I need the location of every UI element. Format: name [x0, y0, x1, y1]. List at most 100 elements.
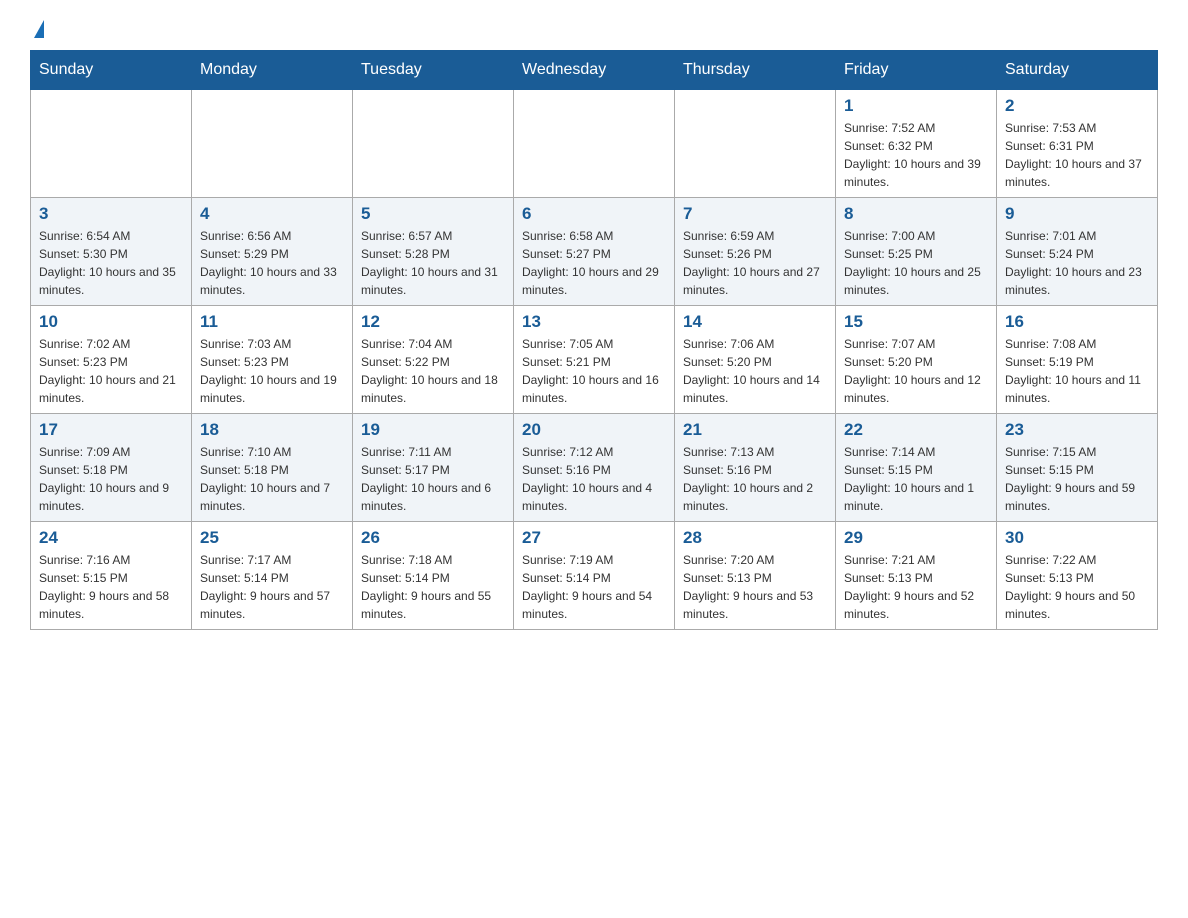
day-number: 3	[39, 204, 183, 224]
table-row	[675, 90, 836, 198]
table-row: 27 Sunrise: 7:19 AM Sunset: 5:14 PM Dayli…	[514, 522, 675, 630]
calendar-header-row: Sunday Monday Tuesday Wednesday Thursday…	[31, 51, 1158, 90]
table-row: 19 Sunrise: 7:11 AM Sunset: 5:17 PM Dayli…	[353, 414, 514, 522]
table-row: 14 Sunrise: 7:06 AM Sunset: 5:20 PM Dayli…	[675, 306, 836, 414]
day-number: 13	[522, 312, 666, 332]
day-info: Sunrise: 7:22 AM Sunset: 5:13 PM Dayligh…	[1005, 551, 1149, 623]
day-info: Sunrise: 7:12 AM Sunset: 5:16 PM Dayligh…	[522, 443, 666, 515]
day-number: 28	[683, 528, 827, 548]
col-thursday: Thursday	[675, 51, 836, 90]
day-number: 1	[844, 96, 988, 116]
table-row: 10Sunrise: 7:02 AM Sunset: 5:23 PM Dayli…	[31, 306, 192, 414]
day-number: 16	[1005, 312, 1149, 332]
table-row: 28 Sunrise: 7:20 AM Sunset: 5:13 PM Dayli…	[675, 522, 836, 630]
day-info: Sunrise: 7:16 AM Sunset: 5:15 PM Dayligh…	[39, 551, 183, 623]
logo	[30, 20, 44, 40]
day-info: Sunrise: 6:57 AM Sunset: 5:28 PM Dayligh…	[361, 227, 505, 299]
table-row: 12 Sunrise: 7:04 AM Sunset: 5:22 PM Dayli…	[353, 306, 514, 414]
day-info: Sunrise: 7:04 AM Sunset: 5:22 PM Dayligh…	[361, 335, 505, 407]
page-header	[30, 20, 1158, 40]
day-info: Sunrise: 7:09 AM Sunset: 5:18 PM Dayligh…	[39, 443, 183, 515]
day-number: 21	[683, 420, 827, 440]
table-row: 20 Sunrise: 7:12 AM Sunset: 5:16 PM Dayli…	[514, 414, 675, 522]
day-number: 12	[361, 312, 505, 332]
day-number: 9	[1005, 204, 1149, 224]
table-row: 16 Sunrise: 7:08 AM Sunset: 5:19 PM Dayli…	[997, 306, 1158, 414]
table-row: 15 Sunrise: 7:07 AM Sunset: 5:20 PM Dayli…	[836, 306, 997, 414]
col-friday: Friday	[836, 51, 997, 90]
table-row: 3 Sunrise: 6:54 AM Sunset: 5:30 PM Daylig…	[31, 198, 192, 306]
table-row: 24Sunrise: 7:16 AM Sunset: 5:15 PM Dayli…	[31, 522, 192, 630]
day-number: 19	[361, 420, 505, 440]
table-row: 29 Sunrise: 7:21 AM Sunset: 5:13 PM Dayli…	[836, 522, 997, 630]
table-row: 22 Sunrise: 7:14 AM Sunset: 5:15 PM Dayli…	[836, 414, 997, 522]
table-row: 26 Sunrise: 7:18 AM Sunset: 5:14 PM Dayli…	[353, 522, 514, 630]
day-info: Sunrise: 7:07 AM Sunset: 5:20 PM Dayligh…	[844, 335, 988, 407]
calendar-week-row: 17Sunrise: 7:09 AM Sunset: 5:18 PM Dayli…	[31, 414, 1158, 522]
table-row: 4 Sunrise: 6:56 AM Sunset: 5:29 PM Daylig…	[192, 198, 353, 306]
day-number: 22	[844, 420, 988, 440]
day-number: 7	[683, 204, 827, 224]
day-number: 20	[522, 420, 666, 440]
day-number: 2	[1005, 96, 1149, 116]
table-row: 21Sunrise: 7:13 AM Sunset: 5:16 PM Dayli…	[675, 414, 836, 522]
day-info: Sunrise: 7:17 AM Sunset: 5:14 PM Dayligh…	[200, 551, 344, 623]
table-row: 25 Sunrise: 7:17 AM Sunset: 5:14 PM Dayli…	[192, 522, 353, 630]
day-info: Sunrise: 6:59 AM Sunset: 5:26 PM Dayligh…	[683, 227, 827, 299]
table-row: 6Sunrise: 6:58 AM Sunset: 5:27 PM Daylig…	[514, 198, 675, 306]
day-number: 5	[361, 204, 505, 224]
col-wednesday: Wednesday	[514, 51, 675, 90]
day-number: 29	[844, 528, 988, 548]
table-row: 18 Sunrise: 7:10 AM Sunset: 5:18 PM Dayli…	[192, 414, 353, 522]
table-row	[192, 90, 353, 198]
day-info: Sunrise: 7:06 AM Sunset: 5:20 PM Dayligh…	[683, 335, 827, 407]
table-row	[353, 90, 514, 198]
day-info: Sunrise: 7:10 AM Sunset: 5:18 PM Dayligh…	[200, 443, 344, 515]
table-row: 8Sunrise: 7:00 AM Sunset: 5:25 PM Daylig…	[836, 198, 997, 306]
day-info: Sunrise: 6:54 AM Sunset: 5:30 PM Dayligh…	[39, 227, 183, 299]
table-row: 30 Sunrise: 7:22 AM Sunset: 5:13 PM Dayli…	[997, 522, 1158, 630]
day-number: 18	[200, 420, 344, 440]
day-number: 15	[844, 312, 988, 332]
day-number: 26	[361, 528, 505, 548]
day-info: Sunrise: 7:20 AM Sunset: 5:13 PM Dayligh…	[683, 551, 827, 623]
calendar-table: Sunday Monday Tuesday Wednesday Thursday…	[30, 50, 1158, 630]
day-info: Sunrise: 7:19 AM Sunset: 5:14 PM Dayligh…	[522, 551, 666, 623]
table-row: 1 Sunrise: 7:52 AM Sunset: 6:32 PM Daylig…	[836, 90, 997, 198]
day-info: Sunrise: 6:58 AM Sunset: 5:27 PM Dayligh…	[522, 227, 666, 299]
day-info: Sunrise: 7:11 AM Sunset: 5:17 PM Dayligh…	[361, 443, 505, 515]
day-info: Sunrise: 7:03 AM Sunset: 5:23 PM Dayligh…	[200, 335, 344, 407]
day-number: 14	[683, 312, 827, 332]
day-info: Sunrise: 7:05 AM Sunset: 5:21 PM Dayligh…	[522, 335, 666, 407]
day-info: Sunrise: 7:08 AM Sunset: 5:19 PM Dayligh…	[1005, 335, 1149, 407]
table-row	[514, 90, 675, 198]
day-info: Sunrise: 7:18 AM Sunset: 5:14 PM Dayligh…	[361, 551, 505, 623]
calendar-week-row: 24Sunrise: 7:16 AM Sunset: 5:15 PM Dayli…	[31, 522, 1158, 630]
table-row: 13 Sunrise: 7:05 AM Sunset: 5:21 PM Dayli…	[514, 306, 675, 414]
col-sunday: Sunday	[31, 51, 192, 90]
day-number: 10	[39, 312, 183, 332]
table-row: 2Sunrise: 7:53 AM Sunset: 6:31 PM Daylig…	[997, 90, 1158, 198]
day-number: 25	[200, 528, 344, 548]
calendar-week-row: 1 Sunrise: 7:52 AM Sunset: 6:32 PM Daylig…	[31, 90, 1158, 198]
day-info: Sunrise: 7:21 AM Sunset: 5:13 PM Dayligh…	[844, 551, 988, 623]
table-row: 11Sunrise: 7:03 AM Sunset: 5:23 PM Dayli…	[192, 306, 353, 414]
day-info: Sunrise: 7:00 AM Sunset: 5:25 PM Dayligh…	[844, 227, 988, 299]
day-number: 4	[200, 204, 344, 224]
day-number: 27	[522, 528, 666, 548]
table-row: 7 Sunrise: 6:59 AM Sunset: 5:26 PM Daylig…	[675, 198, 836, 306]
calendar-week-row: 3 Sunrise: 6:54 AM Sunset: 5:30 PM Daylig…	[31, 198, 1158, 306]
day-info: Sunrise: 7:14 AM Sunset: 5:15 PM Dayligh…	[844, 443, 988, 515]
col-tuesday: Tuesday	[353, 51, 514, 90]
day-info: Sunrise: 7:52 AM Sunset: 6:32 PM Dayligh…	[844, 119, 988, 191]
table-row: 17Sunrise: 7:09 AM Sunset: 5:18 PM Dayli…	[31, 414, 192, 522]
day-info: Sunrise: 6:56 AM Sunset: 5:29 PM Dayligh…	[200, 227, 344, 299]
day-number: 23	[1005, 420, 1149, 440]
col-saturday: Saturday	[997, 51, 1158, 90]
table-row: 23Sunrise: 7:15 AM Sunset: 5:15 PM Dayli…	[997, 414, 1158, 522]
table-row: 9 Sunrise: 7:01 AM Sunset: 5:24 PM Daylig…	[997, 198, 1158, 306]
day-info: Sunrise: 7:01 AM Sunset: 5:24 PM Dayligh…	[1005, 227, 1149, 299]
day-number: 30	[1005, 528, 1149, 548]
table-row	[31, 90, 192, 198]
logo-triangle-icon	[34, 20, 44, 38]
